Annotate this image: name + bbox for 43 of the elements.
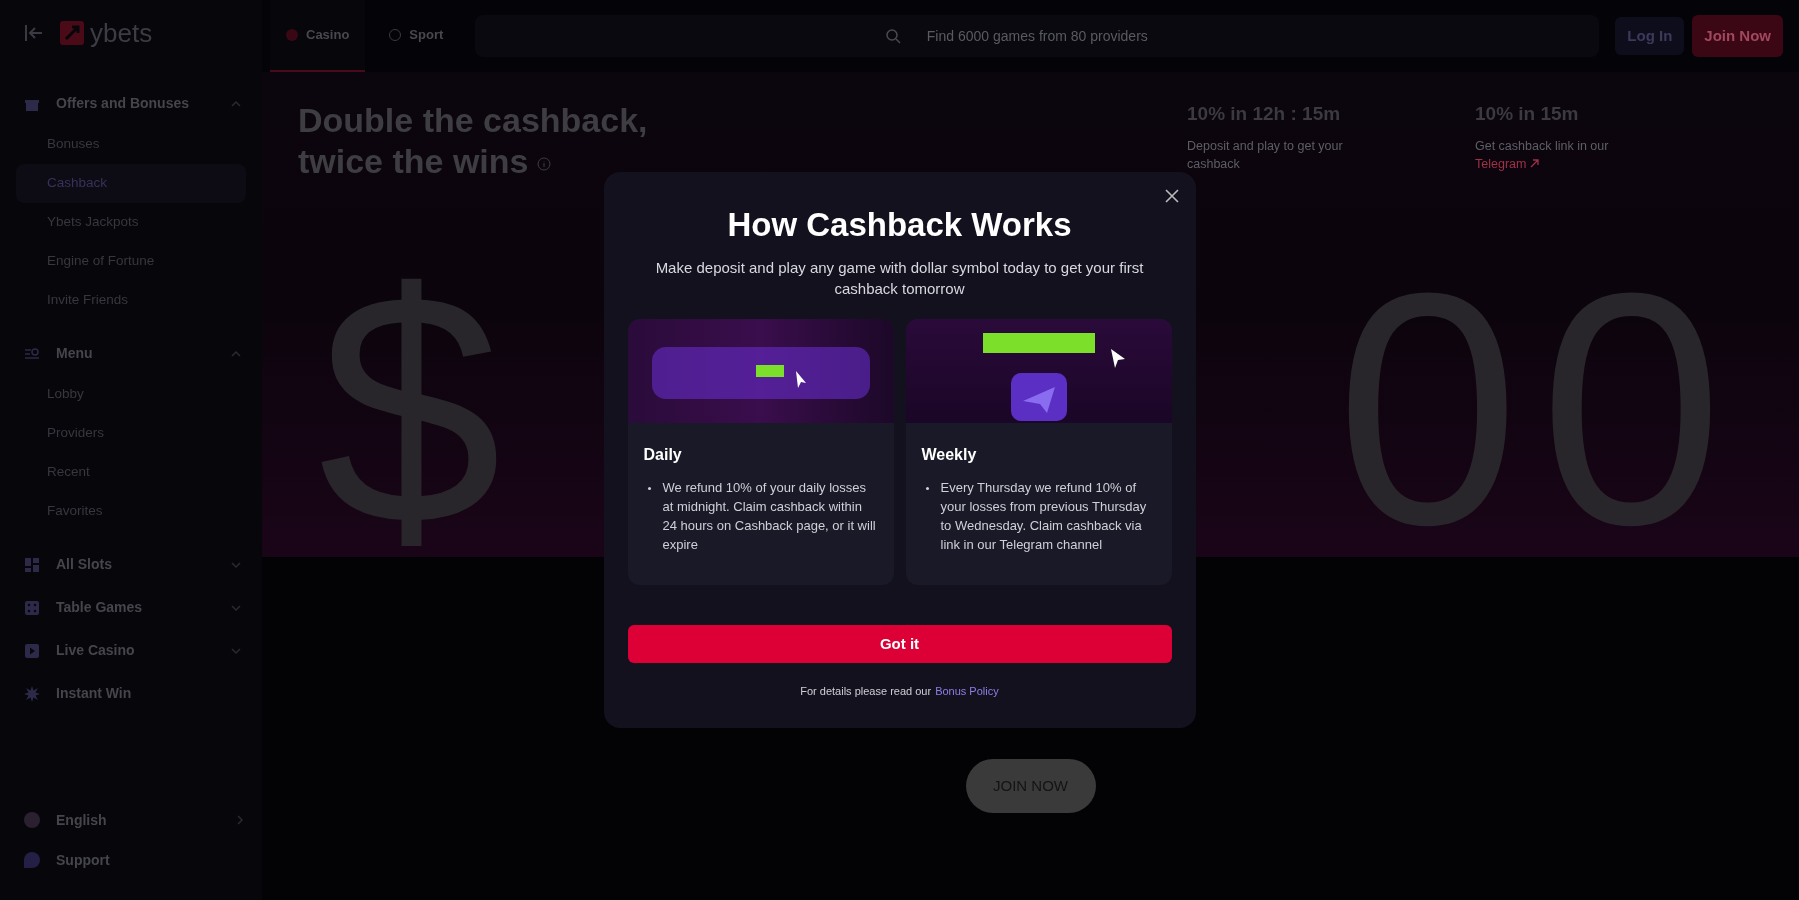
card-title: Weekly xyxy=(921,445,978,466)
grid-icon xyxy=(24,556,40,573)
sidebar-section[interactable]: Live Casino xyxy=(16,629,246,672)
language-selector[interactable]: English xyxy=(16,804,246,836)
login-button[interactable]: Log In xyxy=(1615,17,1685,55)
external-link-icon xyxy=(1530,159,1540,169)
dice-icon xyxy=(24,599,40,616)
play-icon xyxy=(24,642,40,659)
bullet-icon xyxy=(647,487,651,491)
menu-search-icon xyxy=(24,346,40,361)
logo-icon xyxy=(60,21,84,45)
stat-description: Deposit and play to get your cashback xyxy=(1187,137,1344,173)
sidebar-section[interactable]: Instant Win xyxy=(16,672,246,715)
sidebar-section[interactable]: Table Games xyxy=(16,586,246,629)
hero-title: Double the cashback, twice the wins xyxy=(298,100,649,182)
stat-description: Get cashback link in our Telegram xyxy=(1475,137,1610,173)
nav-tab[interactable]: Sport xyxy=(373,0,460,72)
sidebar-section[interactable]: All Slots xyxy=(16,543,246,586)
modal-title: How Cashback Works xyxy=(727,205,1072,245)
bullet-icon xyxy=(925,487,929,491)
nav-tab[interactable]: Casino xyxy=(270,0,366,72)
sidebar-item[interactable]: Cashback xyxy=(16,164,246,203)
card-title: Daily xyxy=(643,445,683,466)
search-icon xyxy=(885,28,902,44)
join-now-button[interactable]: Join Now xyxy=(1692,15,1783,57)
big-dollar-sign: $ xyxy=(318,260,502,557)
got-it-button[interactable]: Got it xyxy=(627,625,1172,664)
sidebar-section[interactable]: Offers and Bonuses xyxy=(16,82,246,125)
footnote-text: For details please read our xyxy=(800,684,932,700)
chevron-right-icon xyxy=(234,814,246,826)
card-description: Every Thursday we refund 10% of your losses from previous Thursday to Wednesday. Claim cashback via link in our Telegram channel xyxy=(940,479,1148,554)
info-icon xyxy=(536,156,551,171)
bonus-policy-link[interactable]: Bonus Policy xyxy=(935,683,999,700)
chat-bubble-icon xyxy=(24,852,40,868)
sidebar-section[interactable]: Menu xyxy=(16,332,246,375)
telegram-link[interactable]: Telegram xyxy=(1475,154,1540,173)
brand-name: ybets xyxy=(90,20,153,46)
modal-subtitle: Make deposit and play any game with dollar symbol today to get your first cashback tomorrow xyxy=(654,258,1145,300)
close-icon xyxy=(1164,189,1179,203)
card-description: We refund 10% of your daily losses at midnight. Claim cashback within 24 hours on Cashback page, or it will expire xyxy=(662,479,877,554)
search-field[interactable]: Find 6000 games from 80 providers xyxy=(475,15,1600,57)
starburst-icon xyxy=(24,685,40,702)
support-link[interactable]: Support xyxy=(16,844,246,876)
